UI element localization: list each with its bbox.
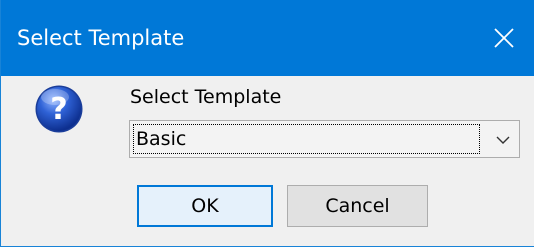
template-dropdown-value: Basic: [133, 124, 480, 154]
template-prompt-label: Select Template: [130, 86, 282, 108]
close-button[interactable]: [473, 0, 534, 76]
template-dropdown[interactable]: Basic: [129, 120, 520, 158]
svg-text:?: ?: [50, 92, 67, 127]
close-icon: [494, 28, 514, 48]
window-title: Select Template: [17, 26, 185, 50]
title-bar[interactable]: Select Template: [1, 0, 534, 76]
dialog-content: ? Select Template Basic OK Cancel: [2, 76, 534, 246]
ok-button[interactable]: OK: [137, 185, 273, 227]
question-icon: ?: [35, 85, 83, 133]
select-template-dialog: Select Template ? Select Template Basic …: [0, 0, 534, 247]
chevron-down-icon[interactable]: [493, 130, 513, 150]
cancel-button[interactable]: Cancel: [287, 185, 428, 227]
